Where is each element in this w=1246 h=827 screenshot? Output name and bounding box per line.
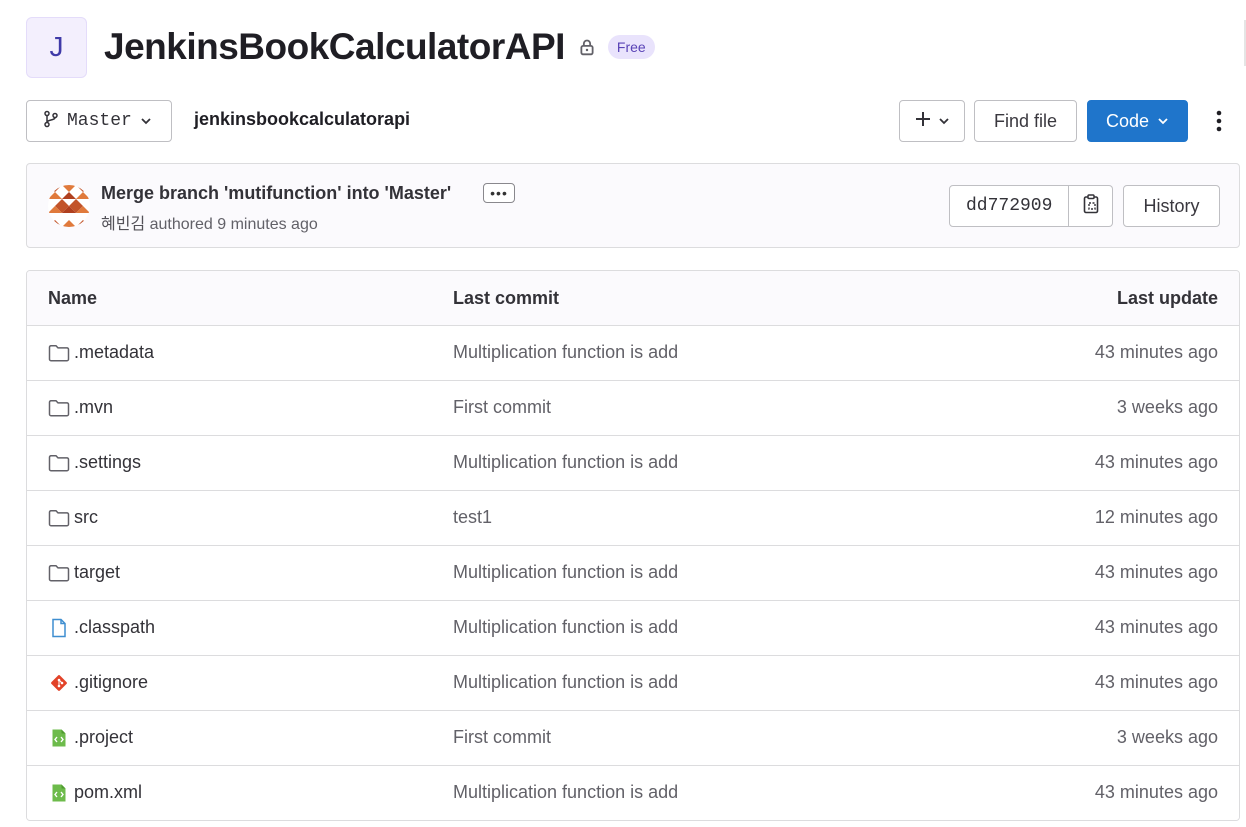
file-name-link[interactable]: src (74, 507, 98, 528)
last-commit-link[interactable]: First commit (453, 397, 551, 418)
toggle-commit-description-button[interactable]: ••• (483, 183, 515, 203)
folder-icon (48, 397, 70, 419)
copy-sha-button[interactable] (1069, 185, 1114, 227)
file-name-link[interactable]: .gitignore (74, 672, 148, 693)
last-update-time: 43 minutes ago (1094, 782, 1218, 802)
plus-icon (914, 110, 932, 133)
last-commit-link[interactable]: Multiplication function is add (453, 782, 678, 803)
folder-icon (48, 507, 70, 529)
last-commit-link[interactable]: Multiplication function is add (453, 562, 678, 583)
chevron-down-icon (140, 111, 152, 132)
last-commit-panel: Merge branch 'mutifunction' into 'Master… (26, 163, 1240, 248)
file-name-link[interactable]: .settings (74, 452, 141, 473)
tier-badge: Free (607, 35, 655, 59)
last-commit-link[interactable]: Multiplication function is add (453, 617, 678, 638)
lock-icon (578, 38, 596, 56)
table-row[interactable]: .project First commit 3 weeks ago (27, 711, 1239, 766)
repo-toolbar: Master jenkinsbookcalculatorapi Find fil… (26, 100, 1240, 142)
last-update-time: 3 weeks ago (1116, 397, 1218, 417)
file-name-link[interactable]: .metadata (74, 342, 154, 363)
more-actions-kebab-icon[interactable] (1206, 106, 1232, 136)
find-file-button[interactable]: Find file (974, 100, 1077, 142)
repo-path-breadcrumb[interactable]: jenkinsbookcalculatorapi (194, 109, 410, 130)
column-header-name: Name (48, 288, 98, 308)
column-header-last-update: Last update (1116, 288, 1218, 308)
project-header: J JenkinsBookCalculatorAPI Free (26, 16, 655, 78)
table-row[interactable]: target Multiplication function is add 43 m… (27, 546, 1239, 601)
file-tree-table: Name Last commit Last update .metadata Mu… (26, 270, 1240, 821)
table-row[interactable]: .classpath Multiplication function is add… (27, 601, 1239, 656)
xml-file-icon (48, 727, 70, 749)
folder-icon (48, 452, 70, 474)
project-title[interactable]: JenkinsBookCalculatorAPI (104, 26, 565, 68)
table-row[interactable]: .metadata Multiplication function is add 4… (27, 326, 1239, 381)
folder-icon (48, 342, 70, 364)
project-avatar[interactable]: J (26, 16, 87, 78)
last-update-time: 43 minutes ago (1094, 562, 1218, 582)
add-to-tree-dropdown[interactable] (899, 100, 965, 142)
clipboard-icon (1082, 193, 1100, 219)
chevron-down-icon (1157, 111, 1169, 132)
git-icon (48, 672, 70, 694)
file-name-link[interactable]: target (74, 562, 120, 583)
chevron-down-icon (938, 111, 950, 132)
table-row[interactable]: src test1 12 minutes ago (27, 491, 1239, 546)
last-update-time: 12 minutes ago (1094, 507, 1218, 527)
commit-sha[interactable]: dd772909 (949, 185, 1070, 227)
code-dropdown-button[interactable]: Code (1087, 100, 1188, 142)
code-button-label: Code (1105, 110, 1150, 131)
last-update-time: 43 minutes ago (1094, 452, 1218, 472)
commit-sha-group: dd772909 (949, 185, 1114, 227)
last-commit-link[interactable]: Multiplication function is add (453, 342, 678, 363)
table-row[interactable]: .settings Multiplication function is add 4… (27, 436, 1239, 491)
commit-authored-time: authored 9 minutes ago (149, 216, 318, 233)
column-header-last-commit: Last commit (453, 288, 560, 308)
history-button[interactable]: History (1123, 185, 1220, 227)
table-header: Name Last commit Last update (27, 271, 1239, 326)
table-row[interactable]: .mvn First commit 3 weeks ago (27, 381, 1239, 436)
author-avatar[interactable] (48, 185, 90, 227)
branch-icon (43, 110, 59, 133)
last-update-time: 43 minutes ago (1094, 672, 1218, 692)
table-row[interactable]: pom.xml Multiplication function is add 43 … (27, 766, 1239, 820)
commit-title-link[interactable]: Merge branch 'mutifunction' into 'Master… (101, 183, 451, 204)
last-update-time: 43 minutes ago (1094, 617, 1218, 637)
file-name-link[interactable]: .classpath (74, 617, 155, 638)
last-update-time: 43 minutes ago (1094, 342, 1218, 362)
last-commit-link[interactable]: First commit (453, 727, 551, 748)
file-name-link[interactable]: .project (74, 727, 133, 748)
branch-name: Master (67, 111, 132, 131)
table-row[interactable]: .gitignore Multiplication function is add… (27, 656, 1239, 711)
file-name-link[interactable]: .mvn (74, 397, 113, 418)
last-commit-link[interactable]: Multiplication function is add (453, 672, 678, 693)
last-update-time: 3 weeks ago (1116, 727, 1218, 747)
folder-icon (48, 562, 70, 584)
commit-meta: 혜빈김 authored 9 minutes ago (101, 210, 318, 234)
file-name-link[interactable]: pom.xml (74, 782, 142, 803)
commit-author-link[interactable]: 혜빈김 (101, 216, 145, 233)
branch-selector[interactable]: Master (26, 100, 172, 142)
last-commit-link[interactable]: Multiplication function is add (453, 452, 678, 473)
file-icon (48, 617, 70, 639)
last-commit-link[interactable]: test1 (453, 507, 492, 528)
xml-file-icon (48, 782, 70, 804)
